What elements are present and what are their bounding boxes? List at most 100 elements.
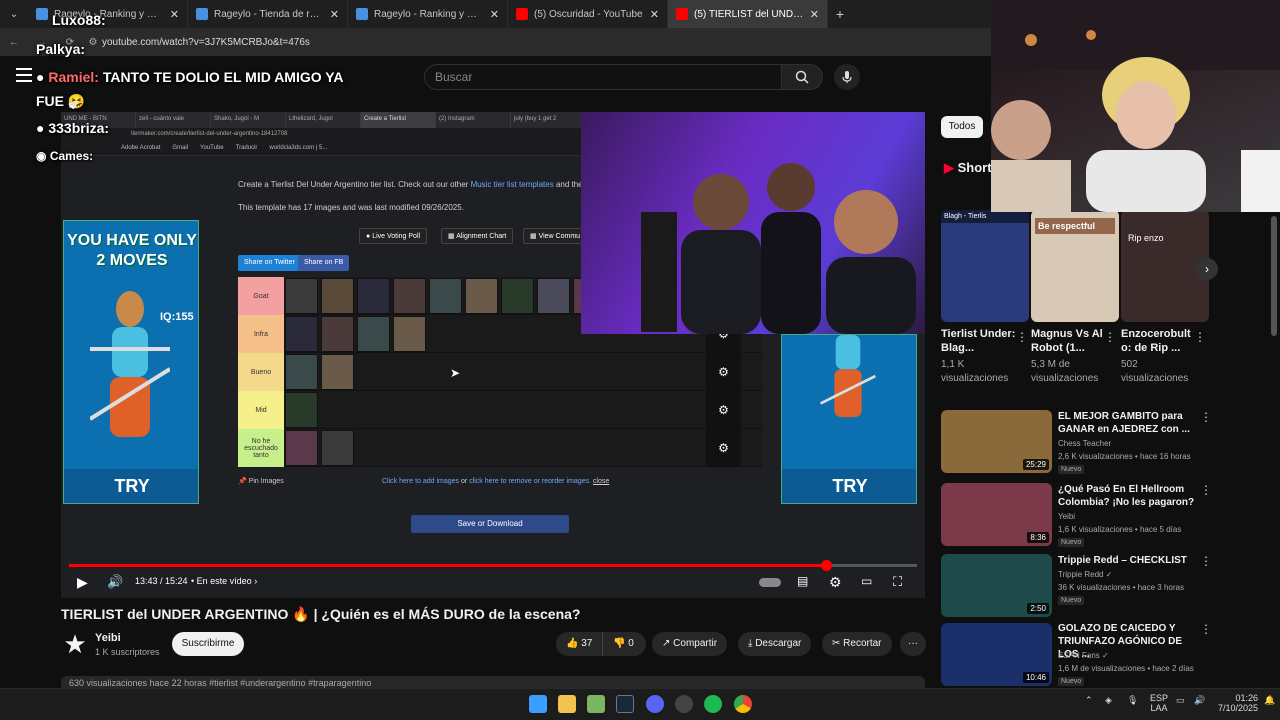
recommendation-more-icon[interactable]: ⋮ bbox=[1200, 483, 1212, 497]
tier-settings-gear-icon[interactable]: ⚙ bbox=[706, 353, 741, 391]
site-info-icon[interactable]: ⚙ bbox=[84, 37, 102, 48]
recommendation-more-icon[interactable]: ⋮ bbox=[1200, 554, 1212, 568]
share-button[interactable]: ↗ Compartir bbox=[652, 632, 728, 656]
short-thumbnail[interactable]: Be respectful bbox=[1031, 210, 1119, 322]
recommendation-channel[interactable]: Yeibi bbox=[1058, 512, 1075, 521]
recommendation-thumbnail[interactable]: 25:29 bbox=[941, 410, 1052, 473]
steam-icon[interactable] bbox=[616, 695, 634, 713]
voice-search-button[interactable] bbox=[834, 64, 860, 90]
live-voting-button[interactable]: ● Live Voting Poll bbox=[359, 228, 428, 244]
browser-tab[interactable]: (5) Oscuridad - YouTube ✕ bbox=[508, 0, 668, 28]
mic-icon[interactable]: 🎙 bbox=[1127, 695, 1138, 706]
tier-artist-thumbnail[interactable] bbox=[321, 316, 354, 352]
dislike-button[interactable]: 👎 0 bbox=[602, 632, 646, 656]
new-tab-button[interactable]: + bbox=[828, 6, 852, 22]
recommendation-channel[interactable]: Chess Teacher bbox=[1058, 439, 1111, 448]
like-button[interactable]: 👍 37 bbox=[556, 632, 602, 656]
ad-try-button[interactable]: TRY bbox=[64, 469, 198, 503]
play-button[interactable]: ▶ bbox=[77, 574, 88, 591]
tier-artist-thumbnail[interactable] bbox=[501, 278, 534, 314]
channel-name[interactable]: Yeibi bbox=[95, 632, 121, 644]
ad-try-button[interactable]: TRY bbox=[782, 469, 916, 503]
recommendation-channel[interactable]: Trippie Redd ✓ bbox=[1058, 570, 1112, 579]
tier-artist-thumbnail[interactable] bbox=[285, 278, 318, 314]
scrollbar-thumb[interactable] bbox=[1271, 216, 1277, 336]
short-title[interactable]: Magnus Vs Al Robot (1... bbox=[1031, 327, 1111, 355]
network-icon[interactable]: ◈ bbox=[1105, 695, 1112, 706]
browser-tab[interactable]: Rageylo - Tienda de recompen ✕ bbox=[188, 0, 348, 28]
recommendation-thumbnail[interactable]: 2:50 bbox=[941, 554, 1052, 617]
clip-button[interactable]: ✂ Recortar bbox=[822, 632, 892, 656]
tier-settings-gear-icon[interactable]: ⚙ bbox=[706, 429, 741, 467]
tier-artist-thumbnail[interactable] bbox=[537, 278, 570, 314]
save-download-button[interactable]: Save or Download bbox=[411, 515, 569, 533]
tier-artist-thumbnail[interactable] bbox=[393, 278, 426, 314]
volume-tray-icon[interactable]: 🔊 bbox=[1194, 695, 1205, 706]
filter-chip-all[interactable]: Todos bbox=[941, 116, 983, 138]
recommendation-title[interactable]: Trippie Redd – CHECKLIST bbox=[1058, 554, 1198, 567]
tier-artist-thumbnail[interactable] bbox=[465, 278, 498, 314]
progress-scrubber[interactable] bbox=[821, 560, 833, 571]
tier-artist-thumbnail[interactable] bbox=[285, 316, 318, 352]
tab-close-icon[interactable]: ✕ bbox=[170, 8, 179, 21]
tier-artist-thumbnail[interactable] bbox=[285, 354, 318, 390]
short-title[interactable]: Enzocerobult o: de Rip ... bbox=[1121, 327, 1201, 355]
autoplay-toggle[interactable] bbox=[759, 578, 781, 587]
settings-gear-icon[interactable]: ⚙ bbox=[829, 574, 842, 591]
app-icon[interactable] bbox=[587, 695, 605, 713]
video-player[interactable]: UND ME - BITN zell - cuánto vale Shako, … bbox=[61, 112, 925, 598]
tray-chevron-icon[interactable]: ⌃ bbox=[1085, 695, 1093, 706]
tier-artist-thumbnail[interactable] bbox=[321, 278, 354, 314]
shorts-next-arrow-icon[interactable]: › bbox=[1196, 258, 1218, 280]
tab-close-icon[interactable]: ✕ bbox=[810, 8, 819, 21]
recommendation-title[interactable]: ¿Qué Pasó En El Hellroom Colombia? ¡No l… bbox=[1058, 483, 1198, 509]
channel-avatar-star-icon[interactable]: ★ bbox=[61, 629, 89, 659]
short-title[interactable]: Tierlist Under: Blag... bbox=[941, 327, 1021, 355]
short-more-icon[interactable]: ⋮ bbox=[1104, 330, 1116, 344]
progress-bar[interactable] bbox=[69, 560, 917, 571]
remove-images-link[interactable]: click here to remove or reorder images. bbox=[469, 478, 591, 485]
fullscreen-icon[interactable]: ⛶ bbox=[893, 574, 902, 590]
app-icon[interactable] bbox=[675, 695, 693, 713]
pin-images-label[interactable]: 📌 Pin Images bbox=[238, 477, 284, 485]
chrome-icon[interactable] bbox=[734, 695, 752, 713]
clock[interactable]: 01:26 7/10/2025 bbox=[1212, 693, 1258, 713]
chapter-button[interactable]: • En este vídeo › bbox=[191, 576, 257, 586]
short-more-icon[interactable]: ⋮ bbox=[1016, 330, 1028, 344]
tier-artist-thumbnail[interactable] bbox=[393, 316, 426, 352]
menu-icon[interactable] bbox=[16, 68, 32, 82]
download-button[interactable]: ⤓ Descargar bbox=[738, 632, 812, 656]
recommendation-channel[interactable]: ESPN Fans ✓ bbox=[1058, 651, 1109, 660]
volume-icon[interactable]: 🔊 bbox=[107, 574, 123, 590]
notifications-icon[interactable]: 🔔 bbox=[1264, 695, 1275, 706]
tier-artist-thumbnail[interactable] bbox=[321, 354, 354, 390]
view-community-button[interactable]: ▦ View Commu bbox=[523, 228, 588, 244]
share-fb-button[interactable]: Share on FB bbox=[298, 255, 350, 271]
recommendation-thumbnail[interactable]: 10:46 bbox=[941, 623, 1052, 686]
tier-artist-thumbnail[interactable] bbox=[285, 392, 318, 428]
browser-tab[interactable]: Rageylo - Ranking y Racha de s ✕ bbox=[348, 0, 508, 28]
short-thumbnail[interactable]: Blagh - Tierlis bbox=[941, 210, 1029, 322]
search-button[interactable] bbox=[781, 64, 823, 90]
short-more-icon[interactable]: ⋮ bbox=[1194, 330, 1206, 344]
recommendation-more-icon[interactable]: ⋮ bbox=[1200, 622, 1212, 636]
subtitles-icon[interactable]: ▤ bbox=[797, 574, 808, 588]
subscribe-button[interactable]: Suscribirme bbox=[172, 632, 244, 656]
theater-mode-icon[interactable]: ▭ bbox=[861, 574, 872, 588]
tier-artist-thumbnail[interactable] bbox=[429, 278, 462, 314]
tab-close-icon[interactable]: ✕ bbox=[490, 8, 499, 21]
file-explorer-icon[interactable] bbox=[558, 695, 576, 713]
display-icon[interactable]: ▭ bbox=[1176, 695, 1185, 706]
more-actions-button[interactable]: ··· bbox=[900, 632, 926, 656]
recommendation-title[interactable]: EL MEJOR GAMBITO para GANAR en AJEDREZ c… bbox=[1058, 410, 1198, 436]
tier-settings-gear-icon[interactable]: ⚙ bbox=[706, 391, 741, 429]
language-indicator[interactable]: ESP LAA bbox=[1150, 693, 1168, 713]
search-input[interactable]: Buscar bbox=[424, 64, 782, 90]
tier-artist-thumbnail[interactable] bbox=[285, 430, 318, 466]
recommendation-more-icon[interactable]: ⋮ bbox=[1200, 410, 1212, 424]
tier-artist-thumbnail[interactable] bbox=[321, 430, 354, 466]
tab-menu-button[interactable]: ⌄ bbox=[0, 0, 28, 28]
back-icon[interactable]: ← bbox=[0, 37, 28, 48]
browser-tab-active[interactable]: (5) TIERLIST del UNDER ARGEN ✕ bbox=[668, 0, 828, 28]
recommendation-thumbnail[interactable]: 8:36 bbox=[941, 483, 1052, 546]
